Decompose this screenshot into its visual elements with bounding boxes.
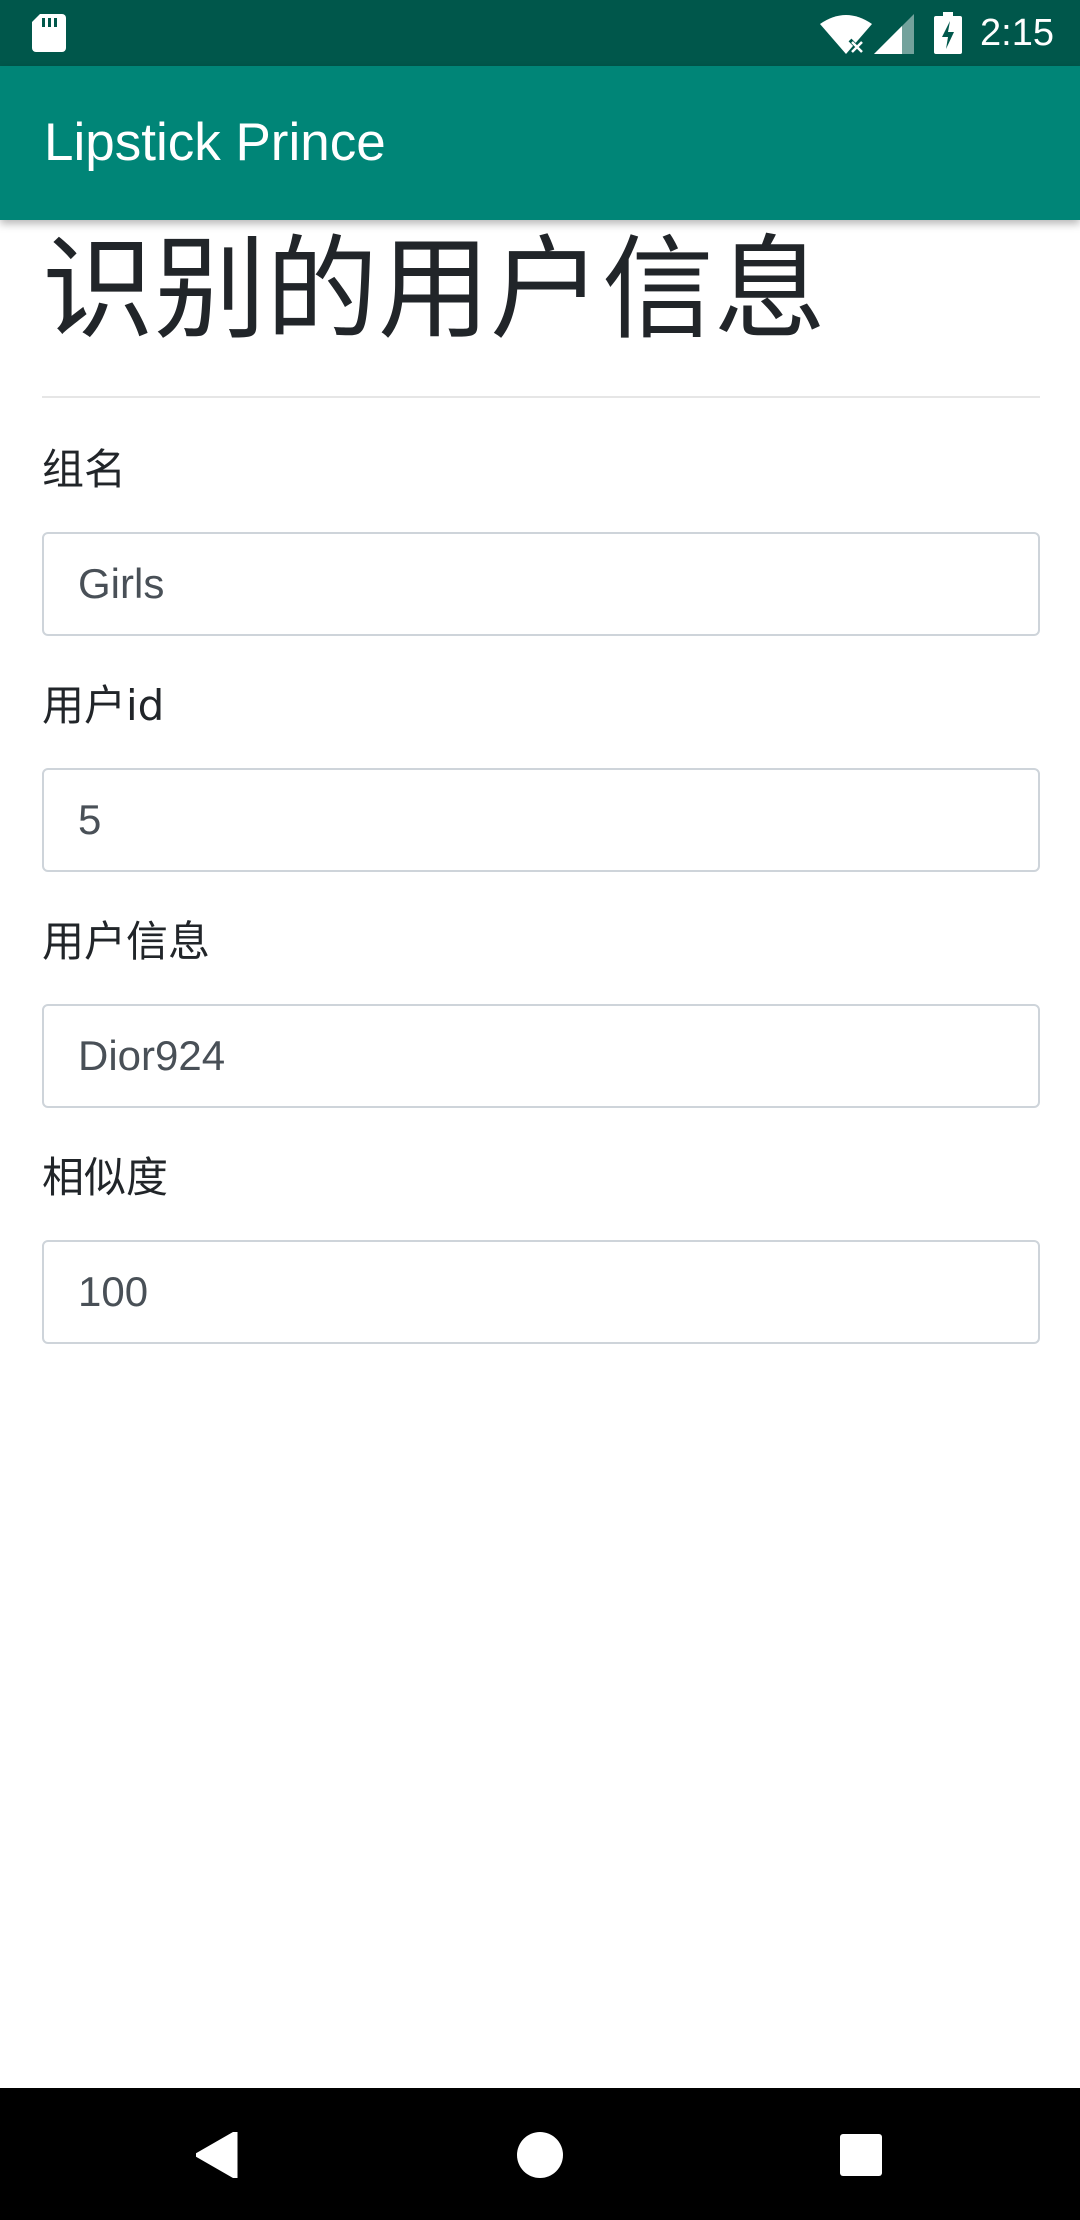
user-id-field[interactable]: 5 bbox=[42, 768, 1040, 872]
app-title: Lipstick Prince bbox=[44, 113, 386, 172]
user-info-field[interactable]: Dior924 bbox=[42, 1004, 1040, 1108]
similarity-label: 相似度 bbox=[42, 1153, 169, 1202]
wifi-icon bbox=[820, 15, 872, 54]
recents-icon[interactable] bbox=[840, 2134, 882, 2176]
battery-charging-icon bbox=[934, 12, 962, 54]
similarity-field[interactable]: 100 bbox=[42, 1240, 1040, 1344]
user-id-label: 用户id bbox=[42, 681, 165, 730]
status-time: 2:15 bbox=[980, 12, 1054, 54]
app-bar: Lipstick Prince bbox=[0, 66, 1080, 220]
user-info-label: 用户信息 bbox=[42, 917, 211, 966]
sd-card-icon bbox=[32, 14, 66, 52]
page-title: 识别的用户信息 bbox=[42, 225, 826, 355]
signal-icon bbox=[874, 14, 914, 54]
home-icon[interactable] bbox=[517, 2132, 563, 2178]
group-name-field[interactable]: Girls bbox=[42, 532, 1040, 636]
status-bar: 2:15 bbox=[0, 0, 1080, 66]
navigation-bar bbox=[0, 2088, 1080, 2220]
back-icon[interactable] bbox=[196, 2132, 240, 2178]
group-name-label: 组名 bbox=[42, 445, 127, 494]
divider bbox=[42, 396, 1040, 398]
